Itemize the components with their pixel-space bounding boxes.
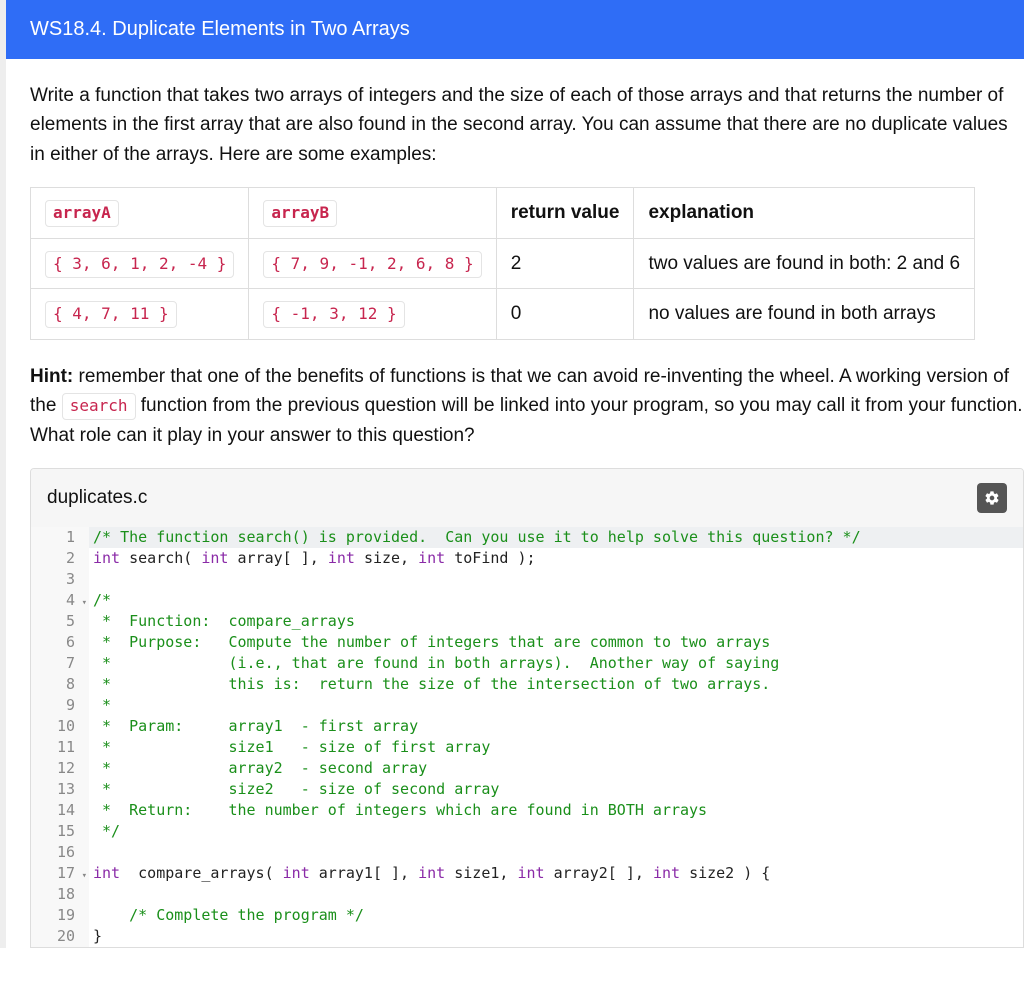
line-number: 14 [31,800,89,821]
code-line[interactable]: 19 /* Complete the program */ [31,905,1023,926]
code-content[interactable]: * size2 - size of second array [89,779,499,800]
line-number: 4▾ [31,590,89,611]
cell-return: 2 [496,238,634,288]
line-number: 8 [31,674,89,695]
line-number: 19 [31,905,89,926]
code-content[interactable]: /* Complete the program */ [89,905,364,926]
line-number: 1 [31,527,89,548]
code-line[interactable]: 17▾int compare_arrays( int array1[ ], in… [31,863,1023,884]
code-content[interactable]: * (i.e., that are found in both arrays).… [89,653,779,674]
code-line[interactable]: 10 * Param: array1 - first array [31,716,1023,737]
code-content[interactable]: */ [89,821,120,842]
code-content[interactable]: * [89,695,111,716]
search-chip: search [62,393,136,420]
code-line[interactable]: 4▾/* [31,590,1023,611]
code-content[interactable]: * size1 - size of first array [89,737,490,758]
page-title: WS18.4. Duplicate Elements in Two Arrays [0,0,1024,59]
cell-arrayB: { 7, 9, -1, 2, 6, 8 } [263,251,481,278]
line-number: 17▾ [31,863,89,884]
line-number: 11 [31,737,89,758]
code-line[interactable]: 15 */ [31,821,1023,842]
code-line[interactable]: 3 [31,569,1023,590]
line-number: 3 [31,569,89,590]
col-return: return value [496,188,634,238]
code-line[interactable]: 18 [31,884,1023,905]
line-number: 20 [31,926,89,947]
code-line[interactable]: 14 * Return: the number of integers whic… [31,800,1023,821]
code-line[interactable]: 12 * array2 - second array [31,758,1023,779]
line-number: 13 [31,779,89,800]
line-number: 16 [31,842,89,863]
line-number: 12 [31,758,89,779]
code-content[interactable]: int search( int array[ ], int size, int … [89,548,536,569]
code-line[interactable]: 20} [31,926,1023,947]
code-area[interactable]: 1/* The function search() is provided. C… [31,527,1023,947]
code-content[interactable]: * Return: the number of integers which a… [89,800,707,821]
line-number: 9 [31,695,89,716]
cell-arrayB: { -1, 3, 12 } [263,301,404,328]
code-content[interactable]: * array2 - second array [89,758,427,779]
settings-button[interactable] [977,483,1007,513]
title-text: WS18.4. Duplicate Elements in Two Arrays [30,18,410,40]
editor-filename: duplicates.c [47,483,147,512]
prompt-text: Write a function that takes two arrays o… [30,81,1024,169]
line-number: 5 [31,611,89,632]
line-number: 18 [31,884,89,905]
code-line[interactable]: 1/* The function search() is provided. C… [31,527,1023,548]
code-line[interactable]: 9 * [31,695,1023,716]
arrayA-chip: arrayA [45,200,119,227]
line-number: 10 [31,716,89,737]
hint-after: function from the previous question will… [30,395,1023,445]
col-arrayA: arrayA [31,188,249,238]
code-content[interactable]: int compare_arrays( int array1[ ], int s… [89,863,770,884]
cell-return: 0 [496,289,634,339]
code-content[interactable]: /* [89,590,111,611]
examples-table: arrayA arrayB return value explanation {… [30,187,975,339]
hint-label: Hint: [30,366,73,387]
line-number: 15 [31,821,89,842]
editor-header: duplicates.c [31,469,1023,527]
code-content[interactable] [89,842,93,863]
line-number: 6 [31,632,89,653]
cell-arrayA: { 3, 6, 1, 2, -4 } [45,251,234,278]
cell-arrayA: { 4, 7, 11 } [45,301,177,328]
code-line[interactable]: 6 * Purpose: Compute the number of integ… [31,632,1023,653]
hint-paragraph: Hint: remember that one of the benefits … [30,362,1024,450]
code-content[interactable]: } [89,926,102,947]
code-content[interactable]: /* The function search() is provided. Ca… [89,527,861,548]
code-content[interactable] [89,569,93,590]
code-content[interactable]: * this is: return the size of the inters… [89,674,770,695]
col-arrayB: arrayB [249,188,496,238]
gear-icon [984,490,1000,506]
code-content[interactable]: * Function: compare_arrays [89,611,355,632]
table-row: { 3, 6, 1, 2, -4 } { 7, 9, -1, 2, 6, 8 }… [31,238,975,288]
code-content[interactable]: * Param: array1 - first array [89,716,418,737]
code-line[interactable]: 5 * Function: compare_arrays [31,611,1023,632]
line-number: 7 [31,653,89,674]
code-line[interactable]: 8 * this is: return the size of the inte… [31,674,1023,695]
table-header-row: arrayA arrayB return value explanation [31,188,975,238]
line-number: 2 [31,548,89,569]
arrayB-chip: arrayB [263,200,337,227]
code-content[interactable] [89,884,93,905]
col-explanation: explanation [634,188,975,238]
cell-explanation: two values are found in both: 2 and 6 [634,238,975,288]
code-line[interactable]: 7 * (i.e., that are found in both arrays… [31,653,1023,674]
cell-explanation: no values are found in both arrays [634,289,975,339]
table-row: { 4, 7, 11 } { -1, 3, 12 } 0 no values a… [31,289,975,339]
code-content[interactable]: * Purpose: Compute the number of integer… [89,632,770,653]
code-line[interactable]: 16 [31,842,1023,863]
code-line[interactable]: 13 * size2 - size of second array [31,779,1023,800]
code-line[interactable]: 2int search( int array[ ], int size, int… [31,548,1023,569]
code-line[interactable]: 11 * size1 - size of first array [31,737,1023,758]
code-editor: duplicates.c 1/* The function search() i… [30,468,1024,948]
